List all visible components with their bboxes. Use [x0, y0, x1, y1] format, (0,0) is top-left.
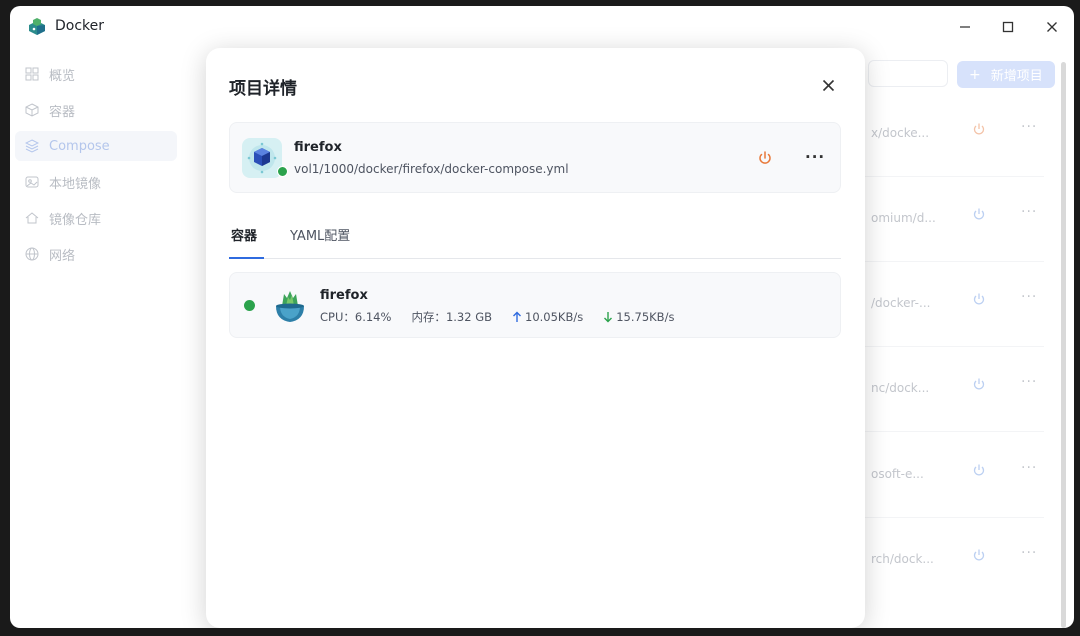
dialog-title: 项目详情 — [229, 79, 297, 99]
plus-icon: + — [969, 66, 981, 83]
status-indicator — [277, 166, 288, 177]
sidebar-item-overview[interactable]: 概览 — [15, 59, 177, 89]
minimize-icon — [960, 26, 970, 28]
cube-icon — [25, 103, 39, 117]
sidebar-item-local-images[interactable]: 本地镜像 — [15, 167, 177, 197]
more-icon[interactable]: ··· — [1021, 289, 1037, 305]
grid-icon — [25, 67, 39, 81]
project-card: firefox vol1/1000/docker/firefox/docker-… — [229, 122, 841, 193]
more-icon[interactable]: ··· — [1021, 119, 1037, 135]
download-value: 15.75KB/s — [616, 310, 675, 324]
sidebar-item-label: 网络 — [49, 248, 76, 264]
upload-stat: 10.05KB/s — [512, 310, 583, 324]
close-icon — [822, 79, 834, 91]
container-row[interactable]: firefox CPU： 6.14% 内存： 1.32 GB 10.05KB/s… — [229, 272, 841, 338]
active-tab-indicator — [229, 257, 264, 259]
sidebar-item-containers[interactable]: 容器 — [15, 95, 177, 125]
power-icon[interactable] — [972, 292, 986, 306]
download-stat: 15.75KB/s — [603, 310, 674, 324]
cpu-label: CPU： — [320, 310, 355, 324]
more-icon[interactable]: ··· — [1021, 204, 1037, 220]
layers-icon — [25, 139, 39, 153]
project-path: nc/dock... — [871, 381, 930, 395]
tab-yaml-config[interactable]: YAML配置 — [290, 225, 350, 244]
arrow-up-icon — [513, 311, 521, 322]
scrollbar[interactable] — [1061, 62, 1066, 628]
memory-value: 1.32 GB — [445, 310, 492, 324]
sidebar-item-label: 容器 — [49, 104, 76, 120]
cpu-value: 6.14% — [354, 310, 392, 324]
more-icon[interactable]: ··· — [805, 148, 825, 166]
container-stats: CPU： 6.14% 内存： 1.32 GB 10.05KB/s 15.75KB… — [320, 309, 694, 325]
project-path: vol1/1000/docker/firefox/docker-compose.… — [294, 162, 569, 176]
power-icon[interactable] — [972, 377, 986, 391]
power-icon[interactable] — [972, 463, 986, 477]
more-icon[interactable]: ··· — [1021, 460, 1037, 476]
app-window: Docker 概览 容器 Compose 本地镜像 镜像仓库 网络 + 新增项目… — [10, 6, 1074, 628]
title-bar: Docker — [10, 6, 1074, 48]
cpu-stat: CPU： 6.14% — [320, 309, 391, 325]
globe-icon — [25, 247, 39, 261]
close-icon — [1047, 22, 1057, 32]
sidebar-item-label: 镜像仓库 — [49, 212, 102, 228]
project-name: firefox — [294, 140, 342, 155]
memory-stat: 内存： 1.32 GB — [411, 309, 492, 325]
dialog-close-button[interactable] — [818, 75, 838, 95]
sidebar-item-label: 概览 — [49, 68, 76, 84]
power-icon[interactable] — [757, 150, 773, 166]
window-close-button[interactable] — [1042, 17, 1062, 37]
home-icon — [25, 212, 39, 224]
arrow-down-icon — [604, 312, 613, 323]
app-title: Docker — [55, 18, 105, 34]
project-path: x/docke... — [871, 126, 930, 140]
image-icon — [25, 176, 39, 188]
project-path: osoft-e... — [871, 467, 924, 481]
more-icon[interactable]: ··· — [1021, 545, 1037, 561]
minimize-button[interactable] — [955, 17, 975, 37]
container-name: firefox — [320, 288, 368, 303]
power-icon[interactable] — [972, 548, 986, 562]
sidebar-item-compose[interactable]: Compose — [15, 131, 177, 161]
project-path: rch/dock... — [871, 552, 934, 566]
memory-label: 内存： — [411, 310, 446, 324]
power-icon[interactable] — [972, 207, 986, 221]
upload-value: 10.05KB/s — [525, 310, 584, 324]
sidebar-item-label: 本地镜像 — [49, 176, 102, 192]
more-icon[interactable]: ··· — [1021, 374, 1037, 390]
project-path: /docker-... — [871, 296, 931, 310]
sidebar-item-network[interactable]: 网络 — [15, 239, 177, 269]
docker-logo-icon — [29, 18, 45, 35]
new-project-button[interactable]: + 新增项目 — [957, 61, 1055, 88]
sidebar-item-label: Compose — [49, 138, 110, 154]
sidebar-item-registry[interactable]: 镜像仓库 — [15, 203, 177, 233]
maximize-button[interactable] — [998, 17, 1018, 37]
tab-containers[interactable]: 容器 — [231, 225, 257, 244]
project-path: omium/d... — [871, 211, 936, 225]
power-icon[interactable] — [972, 122, 986, 136]
new-project-label: 新增项目 — [990, 69, 1043, 84]
maximize-icon — [1002, 21, 1014, 33]
search-input[interactable] — [868, 60, 948, 87]
compose-project-icon — [242, 138, 282, 178]
tab-bar: 容器 YAML配置 — [229, 219, 841, 259]
project-detail-dialog: 项目详情 firefox vol1/1000/docker/firefox/do… — [206, 48, 865, 628]
status-indicator — [244, 300, 255, 311]
container-icon — [276, 291, 304, 322]
